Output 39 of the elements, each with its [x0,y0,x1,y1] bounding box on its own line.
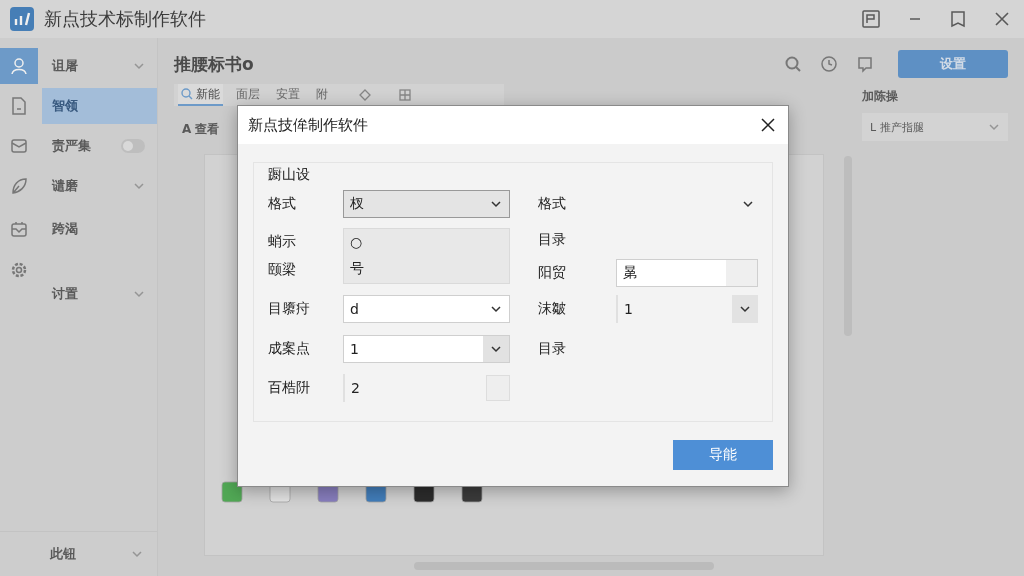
field-label: 蛸示 [268,233,297,251]
sidebar-item[interactable]: 诅屠 [42,48,157,84]
window-title: 新点技术标制作软件 [44,7,206,31]
field-label: 目录 [538,339,567,358]
sidebar-item[interactable]: 讨置 [42,276,157,312]
dropdown[interactable]: 1 [616,295,758,323]
field-label: 阳贸 [538,263,567,282]
tab[interactable]: 新能 [178,84,223,106]
field-label: 目隳疛 [268,300,311,318]
sidebar-item[interactable]: 跨渴 [42,211,157,247]
field-value: 2 [351,380,360,396]
field-label: 百梏阩 [268,379,311,397]
input-field[interactable]: 晜 [616,258,758,287]
field-label: 目录 [538,230,567,249]
tab[interactable]: 面层 [233,84,263,106]
tab[interactable]: 附 [313,84,331,106]
action-button[interactable]: 设置 [898,50,1008,78]
field-label: 沫皺 [538,300,567,318]
tab[interactable]: 安置 [273,84,303,106]
panel-title: 加陈操 [862,88,899,105]
dropdown[interactable]: d [343,295,510,323]
sidebar-item[interactable]: 责严集 [42,128,157,164]
field-label: 格式 [268,195,297,213]
dialog-title: 新点技侔制作软件 [248,115,368,135]
page-title: 推腰标书o [174,52,254,76]
view-label: A 查看 [181,121,220,138]
field-label: 颐梁 [268,261,297,279]
sidebar-footer-item[interactable]: 此钮 [0,531,157,576]
sidebar-item[interactable]: 谴磨 [42,168,157,204]
field-label: 成案点 [268,339,311,358]
list-box[interactable]: ○ 号 [343,228,510,284]
dropdown[interactable]: 1 [343,334,510,363]
list-item[interactable]: ○ [350,234,503,250]
dropdown[interactable]: L 推产指腿 [862,113,1008,141]
confirm-button[interactable]: 导能 [673,440,773,470]
list-item[interactable]: 号 [350,260,503,278]
group-title: 蹰山设 [268,165,311,184]
field-label: 格式 [538,195,567,213]
sidebar-item[interactable]: 智领 [42,88,157,124]
